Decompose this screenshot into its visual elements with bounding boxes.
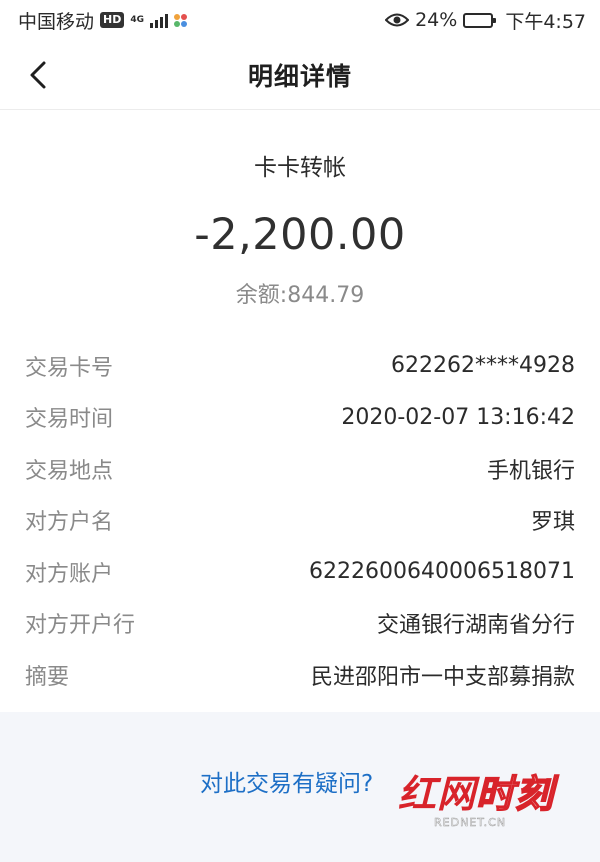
- page-title: 明细详情: [247, 61, 352, 91]
- nav-bar: 明细详情: [0, 40, 600, 110]
- battery-percent: 24%: [415, 9, 458, 31]
- transaction-details: 交易卡号 622262****4928 交易时间 2020-02-07 13:1…: [0, 340, 600, 701]
- signal-icon: [150, 12, 169, 28]
- detail-label: 对方开户行: [25, 613, 136, 639]
- detail-label: 交易时间: [25, 407, 114, 433]
- detail-value: 6222600640006518071: [309, 559, 575, 585]
- detail-value: 民进邵阳市一中支部募捐款: [310, 664, 575, 690]
- detail-label: 摘要: [25, 664, 70, 690]
- chevron-left-icon: [30, 61, 46, 89]
- detail-label: 对方账户: [25, 561, 114, 587]
- detail-row-payee-name: 对方户名 罗琪: [0, 495, 600, 547]
- detail-value: 手机银行: [486, 458, 575, 484]
- hd-icon: HD: [100, 12, 125, 28]
- back-button[interactable]: [18, 55, 58, 95]
- eye-comfort-icon: [385, 13, 410, 27]
- watermark-site: REDNET.CN: [434, 816, 507, 830]
- battery-icon: [463, 12, 497, 28]
- watermark-logo-text: 红网时刻: [398, 771, 555, 817]
- detail-value: 罗琪: [530, 510, 575, 536]
- status-left: 中国移动 HD 4G: [18, 7, 188, 34]
- status-right: 24% 下午4:57: [385, 7, 586, 34]
- detail-row-card-number: 交易卡号 622262****4928: [0, 340, 600, 392]
- detail-value: 622262****4928: [391, 353, 575, 379]
- transaction-type: 卡卡转帐: [254, 155, 346, 181]
- clock: 下午4:57: [505, 10, 586, 33]
- detail-row-location: 交易地点 手机银行: [0, 443, 600, 495]
- detail-row-payee-account: 对方账户 6222600640006518071: [0, 546, 600, 598]
- carrier-name: 中国移动: [18, 10, 95, 33]
- detail-value: 2020-02-07 13:16:42: [341, 404, 575, 430]
- detail-row-memo: 摘要 民进邵阳市一中支部募捐款: [0, 649, 600, 701]
- detail-row-payee-bank: 对方开户行 交通银行湖南省分行: [0, 598, 600, 650]
- detail-label: 交易卡号: [25, 355, 114, 381]
- rednet-watermark-logo: 红网时刻 REDNET.CN: [398, 771, 558, 842]
- transaction-amount: -2,200.00: [194, 210, 406, 260]
- detail-row-time: 交易时间 2020-02-07 13:16:42: [0, 392, 600, 444]
- detail-label: 交易地点: [25, 458, 114, 484]
- dispute-transaction-link[interactable]: 对此交易有疑问?: [200, 764, 373, 798]
- status-bar: 中国移动 HD 4G 24% 下午4:57: [0, 0, 600, 40]
- detail-label: 对方户名: [25, 510, 114, 536]
- footer: 对此交易有疑问? 红网时刻 REDNET.CN: [0, 712, 600, 862]
- app-notification-icon: [174, 13, 188, 27]
- transaction-summary: 卡卡转帐 -2,200.00 余额:844.79: [0, 140, 600, 314]
- account-balance: 余额:844.79: [235, 283, 365, 308]
- detail-value: 交通银行湖南省分行: [376, 613, 575, 639]
- network-type: 4G: [130, 14, 145, 25]
